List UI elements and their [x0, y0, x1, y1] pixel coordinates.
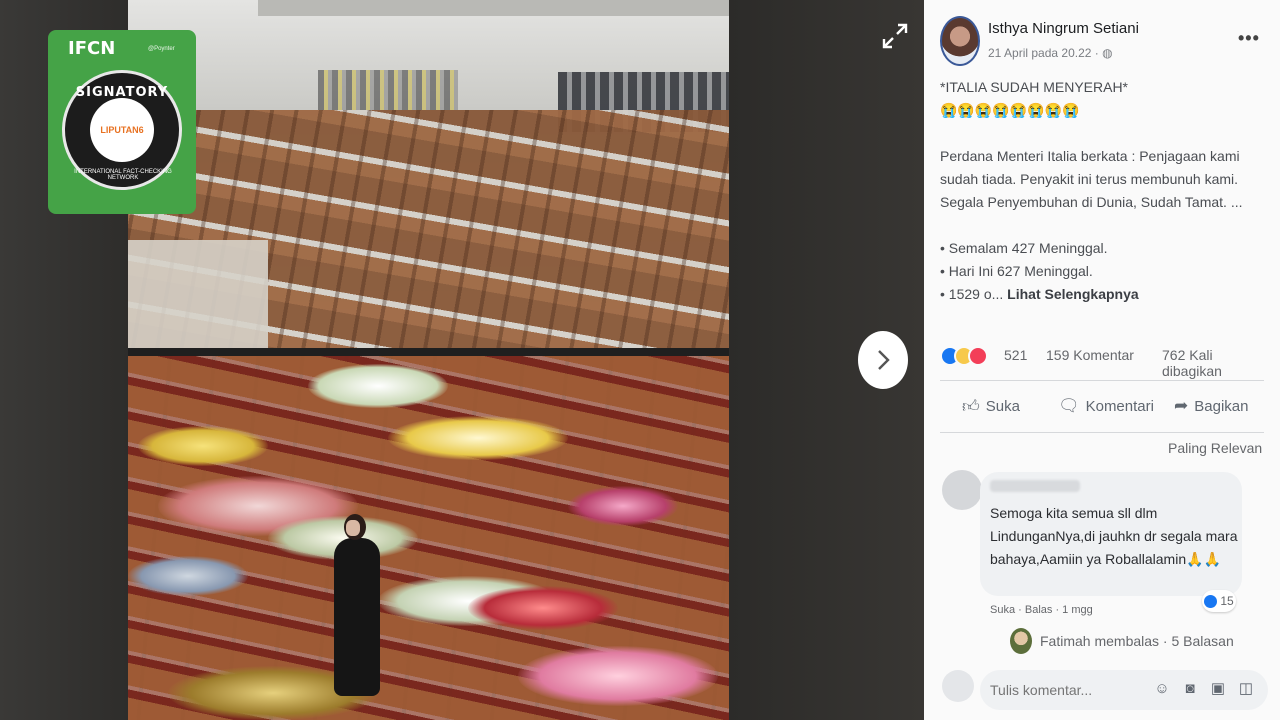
ifcn-logo-sub: @Poynter — [148, 46, 175, 52]
post-line: Segala Penyembuhan di Dunia, Sudah Tamat… — [940, 194, 1243, 210]
expand-icon[interactable] — [880, 22, 910, 52]
post-line: Perdana Menteri Italia berkata : Penjaga… — [940, 148, 1240, 164]
post-line: sudah tiada. Penyakit ini terus membunuh… — [940, 171, 1239, 187]
share-button[interactable]: ➦ Bagikan — [1174, 396, 1248, 416]
comment-text: Semoga kita semua sll dlm LindunganNya,d… — [990, 505, 1238, 567]
post-sidebar: Isthya Ningrum Setiani 21 April pada 20.… — [924, 0, 1280, 720]
comment-icon: 🗨︎ — [1058, 396, 1080, 415]
post-bullet-truncated: • 1529 o... Lihat Selengkapnya — [940, 286, 1139, 302]
thumbs-up-icon: 👍︎ — [962, 397, 980, 416]
ifcn-logo: IFCN — [68, 38, 116, 59]
camera-icon[interactable]: ◙ — [1180, 679, 1200, 699]
reply-summary: Fatimah membalas · 5 Balasan — [1040, 633, 1234, 649]
flower-wreath — [128, 556, 248, 596]
hangar-ceiling — [258, 0, 729, 16]
emoji-icon[interactable]: ☺ — [1152, 679, 1172, 699]
commenter-name-blurred — [990, 480, 1080, 492]
gif-icon[interactable]: ▣ — [1208, 679, 1228, 699]
flower-wreath — [468, 586, 618, 630]
post-body: *ITALIA SUDAH MENYERAH* 😭😭😭😭😭😭😭😭 Perdana… — [940, 76, 1264, 306]
post-timestamp[interactable]: 21 April pada 20.22 · ◍ — [988, 46, 1113, 60]
author-name[interactable]: Isthya Ningrum Setiani — [988, 20, 1139, 37]
chevron-right-icon — [878, 350, 890, 370]
reaction-icons[interactable] — [940, 346, 1000, 366]
badge-ring: SIGNATORY LIPUTAN6 INTERNATIONAL FACT-CH… — [62, 70, 182, 190]
photo-separator — [128, 348, 729, 356]
current-user-avatar — [942, 670, 974, 702]
view-replies-link[interactable]: Fatimah membalas · 5 Balasan — [1010, 628, 1234, 654]
next-photo-button[interactable] — [858, 331, 908, 389]
reaction-count[interactable]: 521 — [1004, 347, 1027, 363]
more-options-icon[interactable]: ••• — [1238, 28, 1260, 49]
comment-input[interactable] — [990, 680, 1140, 700]
flower-wreath — [568, 486, 678, 526]
photo-viewer: IFCN @Poynter SIGNATORY LIPUTAN6 INTERNA… — [0, 0, 924, 720]
post-bullet: • Hari Ini 627 Meninggal. — [940, 263, 1093, 279]
see-more-link[interactable]: Lihat Selengkapnya — [1007, 286, 1138, 302]
comment-like-count[interactable]: 15 — [1202, 590, 1236, 612]
liputan6-logo: LIPUTAN6 — [100, 125, 144, 135]
sticker-icon[interactable]: ◫ — [1236, 679, 1256, 699]
comment-sort-dropdown[interactable]: Paling Relevan — [1168, 440, 1262, 456]
comment-count[interactable]: 159 Komentar — [1046, 347, 1134, 363]
globe-icon: · ◍ — [1094, 46, 1113, 60]
comment-composer: ☺ ◙ ▣ ◫ — [980, 670, 1268, 710]
timestamp-text: 21 April pada 20.22 — [988, 46, 1092, 60]
like-reaction-icon — [1204, 594, 1218, 608]
flower-wreath — [308, 364, 448, 408]
post-emojis: 😭😭😭😭😭😭😭😭 — [940, 102, 1080, 118]
mourner-figure — [328, 514, 390, 696]
post-photo-bottom[interactable] — [128, 356, 729, 720]
comment-button[interactable]: 🗨︎ Komentari — [1058, 396, 1154, 416]
love-reaction-icon — [968, 346, 988, 366]
ifcn-signatory-badge: IFCN @Poynter SIGNATORY LIPUTAN6 INTERNA… — [48, 30, 196, 214]
flower-wreath — [518, 646, 718, 706]
reply-avatar — [1010, 628, 1032, 654]
author-avatar[interactable] — [940, 16, 980, 66]
badge-network-text: INTERNATIONAL FACT-CHECKING NETWORK — [74, 169, 172, 181]
comment-like-link[interactable]: Suka — [990, 604, 1015, 616]
post-bullet: • Semalam 427 Meninggal. — [940, 240, 1108, 256]
post-actions: 👍︎ Suka 🗨︎ Komentari ➦ Bagikan — [940, 392, 1270, 422]
comment-bubble: Semoga kita semua sll dlm LindunganNya,d… — [980, 472, 1242, 596]
photo-people-left — [318, 70, 458, 110]
comment-reply-link[interactable]: Balas — [1025, 604, 1053, 616]
hangar-floor — [128, 240, 268, 348]
flower-wreath — [388, 416, 568, 460]
flower-wreath — [138, 426, 268, 466]
post-title: *ITALIA SUDAH MENYERAH* — [940, 79, 1129, 95]
like-button[interactable]: 👍︎ Suka — [962, 396, 1020, 417]
divider — [940, 380, 1264, 381]
post-photo-top[interactable] — [128, 0, 729, 348]
share-count[interactable]: 762 Kali dibagikan — [1162, 347, 1276, 379]
divider — [940, 432, 1264, 433]
comment-age: 1 mgg — [1062, 604, 1093, 616]
commenter-avatar[interactable] — [942, 470, 982, 510]
share-icon: ➦ — [1174, 396, 1189, 415]
reaction-summary: 521 159 Komentar 762 Kali dibagikan — [940, 344, 1276, 379]
comment-meta: Suka · Balas · 1 mgg — [990, 604, 1093, 616]
